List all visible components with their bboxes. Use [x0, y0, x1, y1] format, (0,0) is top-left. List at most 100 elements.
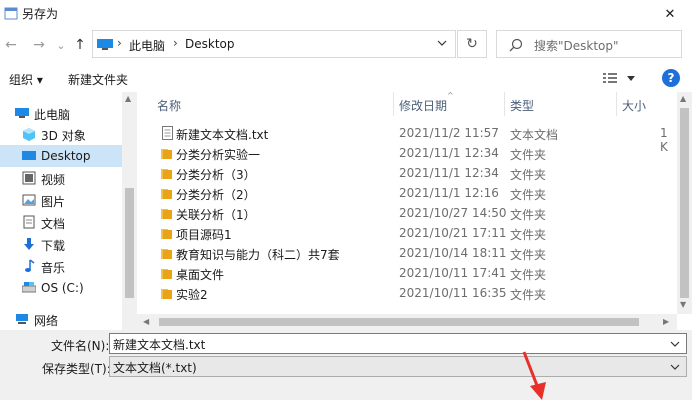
- search-input[interactable]: 搜索"Desktop": [534, 37, 619, 54]
- computer-icon: [97, 39, 113, 50]
- column-header: ^ 名称 修改日期 类型 大小: [137, 92, 692, 116]
- window-title: 另存为: [22, 7, 59, 21]
- file-type: 文件夹: [510, 248, 547, 262]
- forward-button[interactable]: →: [30, 36, 48, 54]
- sidebar-item-3d-objects[interactable]: 3D 对象: [0, 123, 122, 145]
- search-box[interactable]: 搜索"Desktop": [496, 30, 682, 58]
- new-folder-button[interactable]: 新建文件夹: [68, 71, 128, 88]
- filetype-select[interactable]: 文本文档(*.txt): [109, 356, 687, 377]
- recent-locations-button[interactable]: ⌄: [52, 36, 70, 54]
- sidebar-item-desktop[interactable]: Desktop: [0, 145, 122, 167]
- file-row[interactable]: 新建文本文档.txt 2021/11/2 11:57 文本文档 1 K: [137, 123, 677, 154]
- annotation-arrow-icon: [522, 351, 546, 400]
- scroll-up-icon[interactable]: ▲: [125, 94, 131, 103]
- file-modified-date: 2021/11/1 12:34: [399, 166, 499, 180]
- sidebar-item-network[interactable]: 网络: [0, 308, 122, 330]
- file-row[interactable]: 项目源码1 2021/10/21 17:11 文件夹: [137, 223, 677, 243]
- file-modified-date: 2021/10/11 16:35: [399, 286, 507, 300]
- folder-icon: [161, 189, 172, 199]
- sidebar-item-label: 此电脑: [34, 108, 71, 122]
- column-date[interactable]: 修改日期: [399, 97, 447, 114]
- sidebar-item-os-c[interactable]: OS (C:): [0, 277, 122, 299]
- file-type: 文件夹: [510, 208, 547, 222]
- file-list-horizontal-scrollbar[interactable]: ◀ ▶: [137, 314, 677, 330]
- download-icon: [24, 238, 34, 250]
- sidebar-item-this-pc[interactable]: 此电脑: [0, 102, 122, 124]
- up-button[interactable]: ↑: [71, 36, 89, 54]
- file-row[interactable]: 实验2 2021/10/11 16:35 文件夹: [137, 283, 677, 303]
- sidebar-item-videos[interactable]: 视频: [0, 167, 122, 189]
- file-row[interactable]: 桌面文件 2021/10/11 17:41 文件夹: [137, 263, 677, 283]
- chevron-down-icon[interactable]: [437, 38, 447, 48]
- scroll-up-icon[interactable]: ▲: [680, 94, 686, 103]
- column-type[interactable]: 类型: [510, 97, 534, 114]
- column-size[interactable]: 大小: [622, 97, 646, 114]
- navigation-pane: 此电脑 3D 对象 Desktop 视频 图片 文档 下载 音乐 OS (C:)…: [0, 92, 137, 330]
- file-row[interactable]: 分类分析（3） 2021/11/1 12:34 文件夹: [137, 163, 677, 183]
- file-name: 分类分析（3）: [176, 168, 256, 182]
- file-type: 文件夹: [510, 228, 547, 242]
- filetype-value: 文本文档(*.txt): [113, 361, 197, 375]
- close-icon: ✕: [664, 6, 676, 22]
- file-row[interactable]: 关联分析（1） 2021/10/27 14:50 文件夹: [137, 203, 677, 223]
- sidebar-item-label: 3D 对象: [41, 129, 86, 143]
- save-form: 文件名(N): 新建文本文档.txt 保存类型(T): 文本文档(*.txt): [0, 330, 692, 400]
- chevron-down-icon[interactable]: [670, 339, 680, 349]
- column-name[interactable]: 名称: [157, 97, 181, 114]
- view-options-button[interactable]: [603, 69, 639, 87]
- file-list-vertical-scrollbar[interactable]: ▲ ▼: [677, 92, 692, 314]
- title-bar: 另存为 ✕: [0, 0, 692, 28]
- sidebar-item-label: 下载: [41, 239, 66, 253]
- sidebar-item-documents[interactable]: 文档: [0, 211, 122, 233]
- horizontal-scroll-thumb[interactable]: [159, 318, 639, 326]
- vertical-scroll-thumb[interactable]: [680, 108, 689, 298]
- address-bar[interactable]: › 此电脑 › Desktop: [92, 30, 456, 58]
- close-button[interactable]: ✕: [648, 0, 692, 28]
- breadcrumb-separator: ›: [173, 36, 178, 50]
- file-type: 文件夹: [510, 268, 547, 282]
- file-modified-date: 2021/11/1 12:34: [399, 146, 499, 160]
- breadcrumb-this-pc[interactable]: 此电脑: [129, 37, 165, 54]
- sidebar-scroll-thumb[interactable]: [125, 188, 134, 298]
- back-button[interactable]: ←: [2, 36, 20, 54]
- scroll-right-icon[interactable]: ▶: [663, 317, 669, 326]
- file-name: 实验2: [176, 288, 208, 302]
- 3d-objects-icon: [23, 128, 35, 141]
- file-modified-date: 2021/10/21 17:11: [399, 226, 507, 240]
- sidebar-item-label: OS (C:): [41, 281, 84, 295]
- sidebar-item-downloads[interactable]: 下载: [0, 233, 122, 255]
- refresh-icon: ↻: [466, 36, 478, 52]
- save-dialog-icon: [4, 7, 18, 20]
- folder-icon: [161, 229, 172, 239]
- breadcrumb-desktop[interactable]: Desktop: [185, 37, 235, 51]
- search-icon: [509, 38, 523, 52]
- sidebar-item-music[interactable]: 音乐: [0, 255, 122, 277]
- help-button[interactable]: ?: [662, 69, 680, 87]
- file-modified-date: 2021/11/1 12:16: [399, 186, 499, 200]
- sidebar-scrollbar[interactable]: ▲: [122, 92, 137, 330]
- file-row[interactable]: 分类分析实验一 2021/11/1 12:34 文件夹: [137, 143, 677, 163]
- file-modified-date: 2021/10/14 18:11: [399, 246, 507, 260]
- document-icon: [23, 215, 35, 229]
- sort-ascending-icon: ^: [447, 92, 454, 100]
- filename-input[interactable]: 新建文本文档.txt: [109, 333, 687, 354]
- video-icon: [22, 171, 36, 185]
- scroll-left-icon[interactable]: ◀: [143, 317, 149, 326]
- breadcrumb-separator: ›: [117, 36, 122, 50]
- file-type: 文件夹: [510, 188, 547, 202]
- sidebar-item-pictures[interactable]: 图片: [0, 189, 122, 211]
- file-type: 文件夹: [510, 288, 547, 302]
- scroll-down-icon[interactable]: ▼: [680, 300, 686, 309]
- sidebar-item-label: Desktop: [41, 149, 91, 163]
- refresh-button[interactable]: ↻: [457, 30, 487, 58]
- text-file-icon: [162, 126, 173, 140]
- folder-icon: [161, 149, 172, 159]
- file-row[interactable]: 分类分析（2） 2021/11/1 12:16 文件夹: [137, 183, 677, 203]
- folder-icon: [161, 169, 172, 179]
- organize-button[interactable]: 组织 ▾: [9, 71, 43, 88]
- file-row[interactable]: 教育知识与能力（科二）共7套 2021/10/14 18:11 文件夹: [137, 243, 677, 263]
- drive-icon: [22, 282, 36, 293]
- file-name: 分类分析实验一: [176, 148, 261, 162]
- file-type: 文件夹: [510, 168, 547, 182]
- file-list: ^ 名称 修改日期 类型 大小 新建文本文档.txt 2021/11/2 11:5…: [137, 92, 692, 330]
